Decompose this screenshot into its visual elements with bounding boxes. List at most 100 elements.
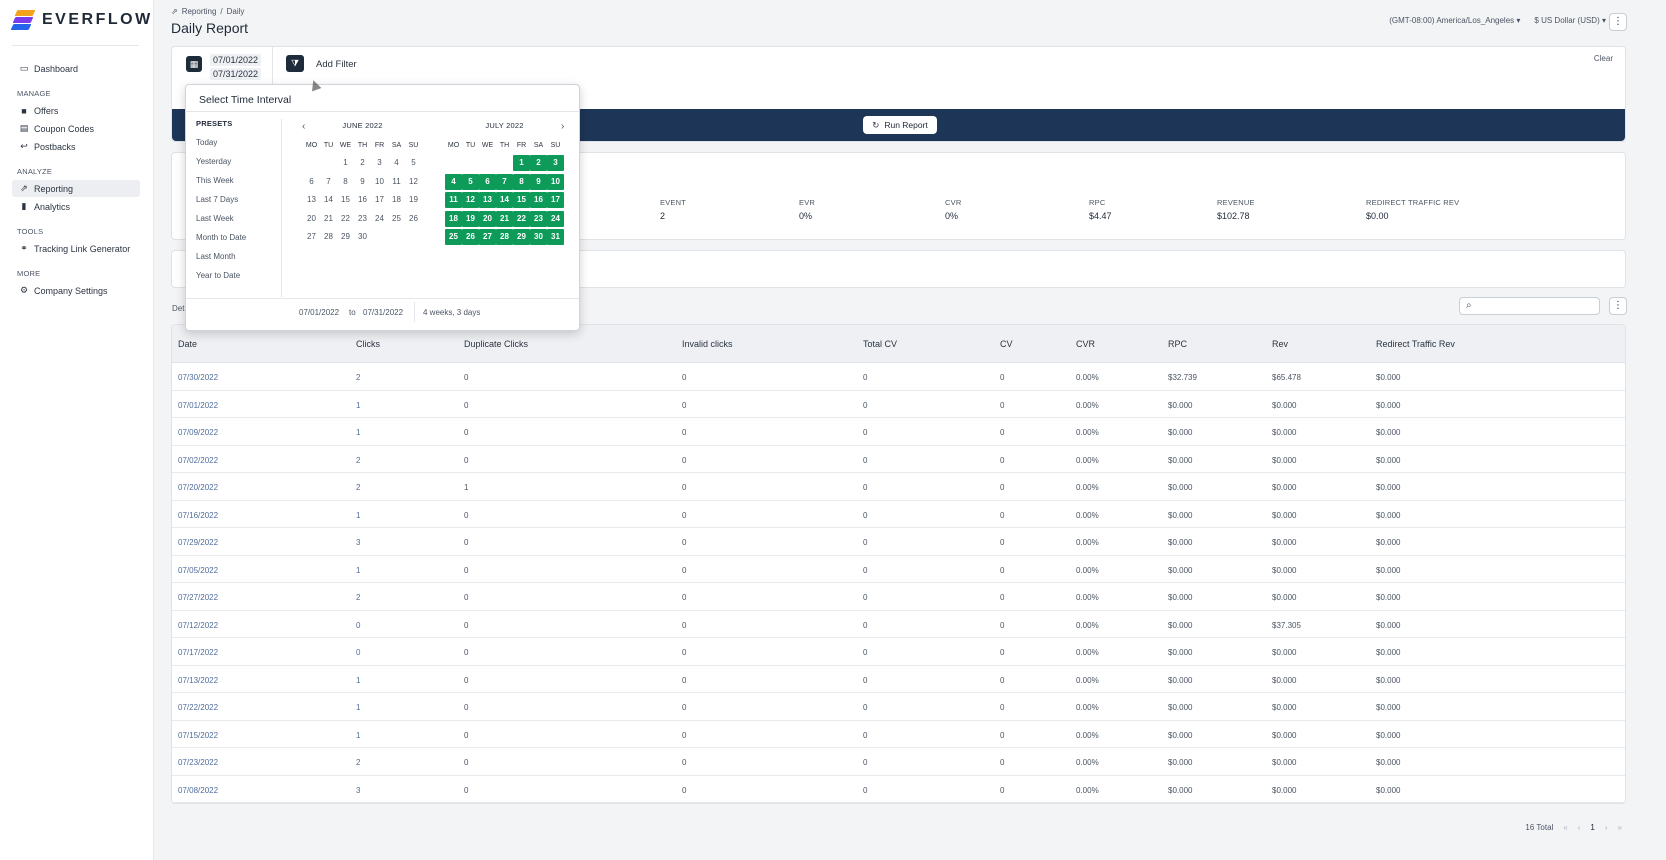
date-link[interactable]: 07/09/2022 bbox=[178, 428, 218, 437]
date-link[interactable]: 07/17/2022 bbox=[178, 648, 218, 657]
calendar-day[interactable]: 18 bbox=[445, 210, 462, 227]
calendar-day[interactable]: 16 bbox=[530, 192, 547, 208]
calendar-day[interactable]: 28 bbox=[496, 229, 513, 245]
calendar-day[interactable]: 17 bbox=[371, 192, 388, 208]
calendar-day[interactable]: 8 bbox=[513, 173, 530, 190]
calendar-day[interactable]: 13 bbox=[303, 192, 320, 208]
breadcrumb-reporting[interactable]: Reporting bbox=[182, 7, 217, 16]
calendar-day[interactable]: 19 bbox=[462, 210, 479, 227]
calendar-day[interactable]: 26 bbox=[462, 229, 479, 245]
calendar-day[interactable]: 24 bbox=[371, 211, 388, 227]
clicks-link[interactable]: 1 bbox=[356, 428, 360, 437]
preset-today[interactable]: Today bbox=[196, 138, 281, 157]
calendar-day[interactable]: 2 bbox=[354, 155, 371, 171]
calendar-day[interactable]: 10 bbox=[371, 174, 388, 190]
calendar-day[interactable]: 15 bbox=[337, 192, 354, 208]
calendar-day[interactable]: 3 bbox=[547, 155, 564, 171]
calendar-day[interactable]: 19 bbox=[405, 192, 422, 208]
date-link[interactable]: 07/05/2022 bbox=[178, 566, 218, 575]
clicks-link[interactable]: 1 bbox=[356, 676, 360, 685]
brand-logo[interactable]: EVERFLOW bbox=[10, 9, 153, 31]
column-header[interactable]: Redirect Traffic Rev bbox=[1376, 339, 1455, 349]
calendar-day[interactable]: 3 bbox=[371, 155, 388, 171]
sidebar-item-dashboard[interactable]: ▭ Dashboard bbox=[12, 60, 140, 77]
date-link[interactable]: 07/12/2022 bbox=[178, 621, 218, 630]
clicks-link[interactable]: 2 bbox=[356, 758, 360, 767]
date-link[interactable]: 07/22/2022 bbox=[178, 703, 218, 712]
clicks-link[interactable]: 2 bbox=[356, 483, 360, 492]
calendar-day[interactable]: 9 bbox=[530, 173, 547, 190]
calendar-day[interactable]: 21 bbox=[320, 211, 337, 227]
column-header[interactable]: Total CV bbox=[863, 339, 897, 349]
calendar-day[interactable]: 25 bbox=[388, 211, 405, 227]
calendar-day[interactable]: 5 bbox=[462, 173, 479, 190]
calendar-day[interactable]: 1 bbox=[513, 155, 530, 171]
calendar-day[interactable]: 31 bbox=[547, 229, 564, 245]
sidebar-item-company-settings[interactable]: ⚙ Company Settings bbox=[12, 282, 140, 299]
clicks-link[interactable]: 0 bbox=[356, 648, 360, 657]
prev-page-icon[interactable]: ‹ bbox=[1578, 823, 1581, 832]
calendar-day[interactable]: 7 bbox=[496, 173, 513, 190]
preset-month-to-date[interactable]: Month to Date bbox=[196, 233, 281, 252]
calendar-day[interactable]: 29 bbox=[513, 229, 530, 245]
calendar-day[interactable]: 14 bbox=[496, 192, 513, 208]
clicks-link[interactable]: 1 bbox=[356, 566, 360, 575]
calendar-day[interactable]: 6 bbox=[479, 173, 496, 190]
sidebar-item-offers[interactable]: ■ Offers bbox=[12, 102, 140, 119]
add-filter-button[interactable]: Add Filter bbox=[316, 59, 357, 70]
clicks-link[interactable]: 0 bbox=[356, 621, 360, 630]
preset-yesterday[interactable]: Yesterday bbox=[196, 157, 281, 176]
calendar-day[interactable]: 8 bbox=[337, 174, 354, 190]
calendar-day[interactable]: 5 bbox=[405, 155, 422, 171]
clicks-link[interactable]: 1 bbox=[356, 703, 360, 712]
calendar-day[interactable]: 1 bbox=[337, 155, 354, 171]
header-more-button[interactable]: ⋮ bbox=[1609, 13, 1627, 31]
first-page-icon[interactable]: « bbox=[1563, 823, 1567, 832]
clicks-link[interactable]: 1 bbox=[356, 731, 360, 740]
calendar-day[interactable]: 29 bbox=[337, 229, 354, 245]
column-header[interactable]: Date bbox=[178, 339, 197, 349]
calendar-day[interactable]: 20 bbox=[303, 211, 320, 227]
search-input[interactable] bbox=[1480, 300, 1595, 313]
calendar-day[interactable]: 21 bbox=[496, 210, 513, 227]
date-link[interactable]: 07/30/2022 bbox=[178, 373, 218, 382]
calendar-day[interactable]: 30 bbox=[530, 229, 547, 245]
clicks-link[interactable]: 2 bbox=[356, 456, 360, 465]
calendar-day[interactable]: 18 bbox=[388, 192, 405, 208]
calendar-day[interactable]: 23 bbox=[530, 210, 547, 227]
clicks-link[interactable]: 1 bbox=[356, 511, 360, 520]
date-link[interactable]: 07/20/2022 bbox=[178, 483, 218, 492]
next-page-icon[interactable]: › bbox=[1605, 823, 1608, 832]
date-link[interactable]: 07/08/2022 bbox=[178, 786, 218, 795]
date-link[interactable]: 07/15/2022 bbox=[178, 731, 218, 740]
sidebar-item-reporting[interactable]: ⇗ Reporting bbox=[12, 180, 140, 197]
calendar-day[interactable]: 13 bbox=[479, 192, 496, 208]
column-header[interactable]: Clicks bbox=[356, 339, 380, 349]
calendar-day[interactable]: 4 bbox=[388, 155, 405, 171]
column-header[interactable]: RPC bbox=[1168, 339, 1187, 349]
calendar-day[interactable]: 7 bbox=[320, 174, 337, 190]
add-filter-icon[interactable]: ⧩ bbox=[286, 55, 304, 72]
date-link[interactable]: 07/02/2022 bbox=[178, 456, 218, 465]
clicks-link[interactable]: 3 bbox=[356, 786, 360, 795]
calendar-day[interactable]: 4 bbox=[445, 173, 462, 190]
date-to[interactable]: 07/31/2022 bbox=[210, 68, 262, 80]
preset-year-to-date[interactable]: Year to Date bbox=[196, 271, 281, 290]
calendar-day[interactable]: 2 bbox=[530, 155, 547, 171]
date-link[interactable]: 07/01/2022 bbox=[178, 401, 218, 410]
table-more-button[interactable]: ⋮ bbox=[1609, 297, 1627, 315]
sidebar-item-postbacks[interactable]: ↩ Postbacks bbox=[12, 138, 140, 155]
run-report-button[interactable]: ↻ Run Report bbox=[863, 116, 937, 134]
clicks-link[interactable]: 1 bbox=[356, 401, 360, 410]
search-box[interactable]: ⌕ bbox=[1459, 297, 1600, 315]
clicks-link[interactable]: 2 bbox=[356, 593, 360, 602]
calendar-day[interactable]: 11 bbox=[388, 174, 405, 190]
calendar-day[interactable]: 24 bbox=[547, 210, 564, 227]
calendar-day[interactable]: 20 bbox=[479, 210, 496, 227]
clear-button[interactable]: Clear bbox=[1594, 54, 1613, 63]
column-header[interactable]: Rev bbox=[1272, 339, 1288, 349]
sidebar-item-tracking-link-generator[interactable]: ⚭ Tracking Link Generator bbox=[12, 240, 140, 257]
column-header[interactable]: Invalid clicks bbox=[682, 339, 733, 349]
calendar-icon[interactable]: ▦ bbox=[186, 56, 202, 72]
calendar-day[interactable]: 27 bbox=[303, 229, 320, 245]
